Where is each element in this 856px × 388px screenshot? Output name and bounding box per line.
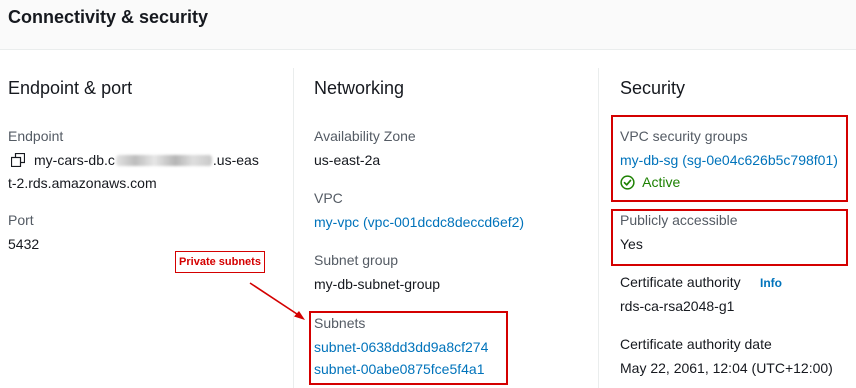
connectivity-security-panel: Connectivity & security Endpoint & port … bbox=[0, 0, 856, 388]
callout-arrow bbox=[249, 282, 305, 320]
